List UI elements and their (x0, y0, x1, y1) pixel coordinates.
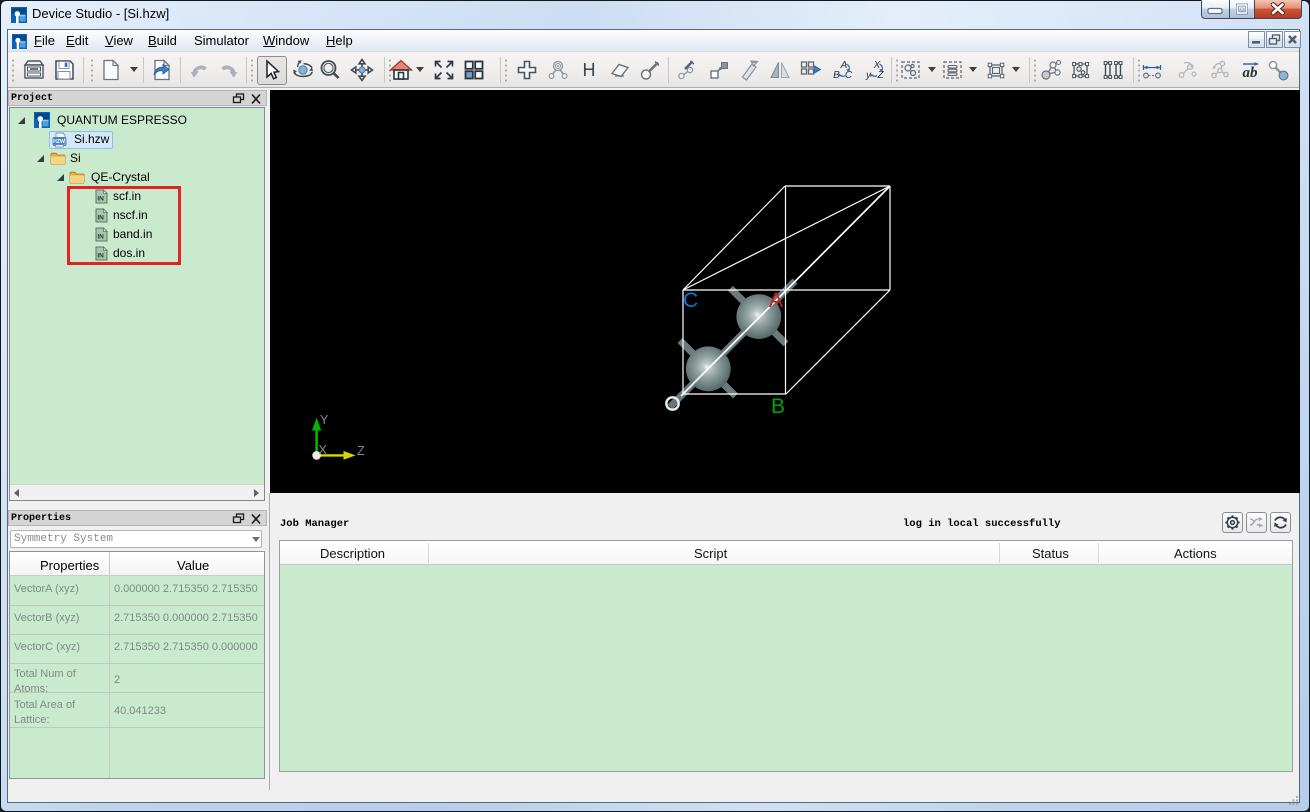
svg-text:Z: Z (357, 444, 365, 458)
svg-text:Y: Y (320, 413, 329, 427)
svg-text:HZW: HZW (53, 139, 65, 145)
svg-text:H: H (583, 60, 596, 80)
svg-text:Z: Z (876, 70, 884, 81)
svg-text:A: A (769, 289, 783, 312)
svg-text:ab: ab (1243, 65, 1259, 81)
svg-text:C: C (845, 70, 853, 81)
svg-text:X: X (319, 443, 328, 457)
svg-text:B: B (771, 395, 785, 418)
svg-text:C: C (683, 289, 698, 312)
